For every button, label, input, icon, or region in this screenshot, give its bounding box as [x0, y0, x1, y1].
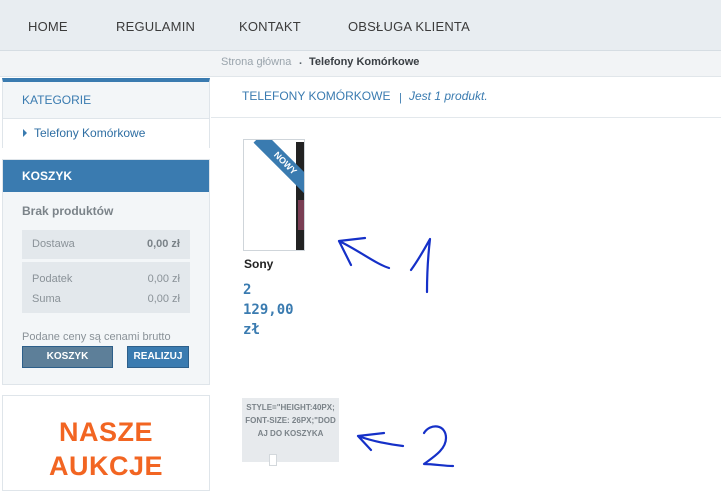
category-title: TELEFONY KOMÓRKOWE: [242, 89, 391, 103]
product-image[interactable]: NOWY: [243, 139, 305, 251]
categories-header: KATEGORIE: [3, 82, 209, 119]
categories-box: KATEGORIE Telefony Komórkowe: [2, 78, 210, 148]
price-line-2: 129,00: [243, 302, 294, 318]
category-header: TELEFONY KOMÓRKOWE | Jest 1 produkt.: [211, 77, 721, 118]
gross-price-note: Podane ceny są cenami brutto: [22, 331, 171, 343]
auctions-line-2: AUKCJE: [48, 451, 164, 481]
cart-title: KOSZYK: [22, 169, 73, 183]
add-to-cart-button[interactable]: STYLE="HEIGHT:40PX; FONT-SIZE: 26PX;"DOD…: [242, 398, 339, 466]
tax-label: Podatek: [32, 273, 73, 285]
phone-image: [296, 142, 304, 250]
product-name[interactable]: Sony: [244, 257, 273, 271]
cart-button[interactable]: KOSZYK: [22, 346, 113, 368]
annotation-number-1: [409, 237, 432, 294]
cart-header: KOSZYK: [3, 160, 209, 192]
nav-kontakt[interactable]: KONTAKT: [239, 19, 301, 34]
phone-screen: [298, 200, 304, 230]
auctions-banner[interactable]: NASZE AUKCJE: [2, 395, 210, 491]
breadcrumb-separator: .: [299, 55, 303, 67]
categories-list: Telefony Komórkowe: [3, 119, 209, 148]
total-label: Suma: [32, 293, 61, 305]
checkout-button[interactable]: REALIZUJ: [127, 346, 189, 368]
nav-home[interactable]: HOME: [28, 19, 68, 34]
total-value: 0,00 zł: [147, 293, 180, 305]
shipping-label: Dostawa: [32, 238, 75, 250]
button-stem: [269, 454, 277, 466]
breadcrumb-home-link[interactable]: Strona główna: [221, 56, 291, 68]
nav-regulamin[interactable]: REGULAMIN: [116, 19, 195, 34]
category-link-telefony[interactable]: Telefony Komórkowe: [34, 126, 145, 140]
breadcrumb: Strona główna . Telefony Komórkowe: [0, 51, 721, 77]
annotation-arrow-1: [337, 236, 391, 270]
auctions-line-1: NASZE: [58, 417, 153, 447]
price-line-1: 2: [243, 282, 252, 298]
nav-obsluga-klienta[interactable]: OBSŁUGA KLIENTA: [348, 19, 470, 34]
cart-row-shipping: Dostawa 0,00 zł: [22, 230, 190, 259]
shipping-value: 0,00 zł: [146, 238, 180, 250]
annotation-arrow-2: [356, 431, 405, 452]
caret-right-icon: [23, 129, 27, 137]
annotation-number-2: [422, 425, 455, 468]
tax-value: 0,00 zł: [147, 273, 180, 285]
product-count: Jest 1 produkt.: [409, 89, 488, 103]
top-navigation: HOME REGULAMIN KONTAKT OBSŁUGA KLIENTA: [0, 0, 721, 51]
header-divider: |: [399, 92, 402, 104]
cart-row-totals: Podatek 0,00 zł Suma 0,00 zł: [22, 262, 190, 313]
add-to-cart-raw-text: STYLE="HEIGHT:40PX; FONT-SIZE: 26PX;"DOD…: [245, 403, 336, 438]
categories-title: KATEGORIE: [22, 93, 92, 107]
breadcrumb-current: Telefony Komórkowe: [309, 56, 420, 68]
cart-box: KOSZYK Brak produktów Dostawa 0,00 zł Po…: [2, 159, 210, 385]
product-price: 2 129,00 zł: [243, 280, 313, 340]
cart-empty-text: Brak produktów: [22, 204, 114, 218]
price-line-3: zł: [243, 322, 260, 338]
